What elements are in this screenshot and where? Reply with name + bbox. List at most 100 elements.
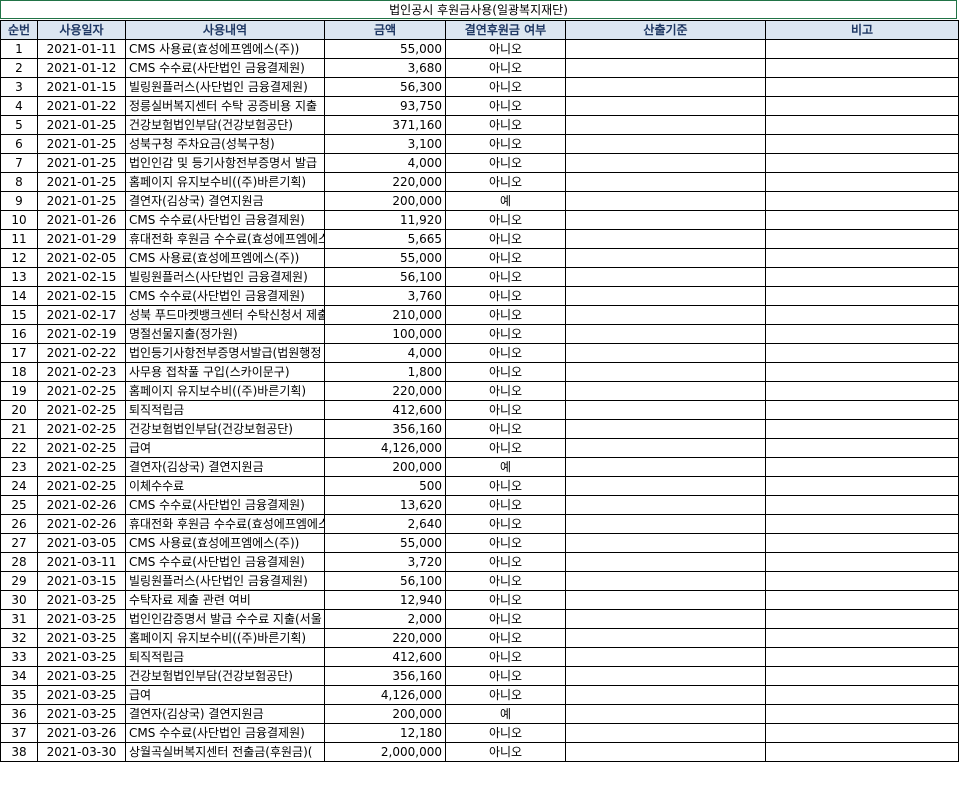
- row-calculation-basis-cell[interactable]: [565, 96, 766, 116]
- row-remarks-cell[interactable]: [765, 96, 959, 116]
- row-description-cell[interactable]: 휴대전화 후원금 수수료(효성에프엠에스: [125, 229, 325, 249]
- row-amount-cell[interactable]: 356,160: [324, 666, 446, 686]
- row-calculation-basis-cell[interactable]: [565, 248, 766, 268]
- row-date-cell[interactable]: 2021-03-26: [37, 723, 126, 743]
- row-remarks-cell[interactable]: [765, 590, 959, 610]
- row-description-cell[interactable]: 이체수수료: [125, 476, 325, 496]
- row-calculation-basis-cell[interactable]: [565, 495, 766, 515]
- row-calculation-basis-cell[interactable]: [565, 609, 766, 629]
- row-description-cell[interactable]: CMS 수수료(사단법인 금융결제원): [125, 286, 325, 306]
- row-remarks-cell[interactable]: [765, 400, 959, 420]
- header-seq[interactable]: 순번: [0, 20, 38, 40]
- row-sponsorship-cell[interactable]: 아니오: [445, 590, 566, 610]
- row-sponsorship-cell[interactable]: 아니오: [445, 267, 566, 287]
- row-calculation-basis-cell[interactable]: [565, 419, 766, 439]
- row-remarks-cell[interactable]: [765, 324, 959, 344]
- row-description-cell[interactable]: CMS 수수료(사단법인 금융결제원): [125, 723, 325, 743]
- row-remarks-cell[interactable]: [765, 210, 959, 230]
- row-remarks-cell[interactable]: [765, 742, 959, 762]
- row-amount-cell[interactable]: 412,600: [324, 647, 446, 667]
- row-seq-cell[interactable]: 25: [0, 495, 38, 515]
- row-date-cell[interactable]: 2021-03-25: [37, 590, 126, 610]
- row-description-cell[interactable]: 상월곡실버복지센터 전출금(후원금)(: [125, 742, 325, 762]
- header-calculation-basis[interactable]: 산출기준: [565, 20, 766, 40]
- row-description-cell[interactable]: CMS 사용료(효성에프엠에스(주)): [125, 533, 325, 553]
- row-date-cell[interactable]: 2021-01-11: [37, 39, 126, 59]
- row-remarks-cell[interactable]: [765, 58, 959, 78]
- row-sponsorship-cell[interactable]: 아니오: [445, 476, 566, 496]
- row-calculation-basis-cell[interactable]: [565, 324, 766, 344]
- row-remarks-cell[interactable]: [765, 609, 959, 629]
- row-date-cell[interactable]: 2021-01-25: [37, 172, 126, 192]
- row-sponsorship-cell[interactable]: 아니오: [445, 723, 566, 743]
- header-amount[interactable]: 금액: [324, 20, 446, 40]
- row-date-cell[interactable]: 2021-03-25: [37, 609, 126, 629]
- row-seq-cell[interactable]: 37: [0, 723, 38, 743]
- row-amount-cell[interactable]: 100,000: [324, 324, 446, 344]
- row-amount-cell[interactable]: 220,000: [324, 628, 446, 648]
- row-sponsorship-cell[interactable]: 아니오: [445, 324, 566, 344]
- row-seq-cell[interactable]: 36: [0, 704, 38, 724]
- row-sponsorship-cell[interactable]: 예: [445, 191, 566, 211]
- row-description-cell[interactable]: 사무용 접착풀 구입(스카이문구): [125, 362, 325, 382]
- row-calculation-basis-cell[interactable]: [565, 476, 766, 496]
- row-amount-cell[interactable]: 56,100: [324, 571, 446, 591]
- row-sponsorship-cell[interactable]: 아니오: [445, 438, 566, 458]
- row-amount-cell[interactable]: 4,126,000: [324, 685, 446, 705]
- row-calculation-basis-cell[interactable]: [565, 438, 766, 458]
- row-date-cell[interactable]: 2021-03-15: [37, 571, 126, 591]
- row-seq-cell[interactable]: 27: [0, 533, 38, 553]
- row-calculation-basis-cell[interactable]: [565, 39, 766, 59]
- row-sponsorship-cell[interactable]: 아니오: [445, 153, 566, 173]
- row-date-cell[interactable]: 2021-03-25: [37, 628, 126, 648]
- row-calculation-basis-cell[interactable]: [565, 533, 766, 553]
- row-date-cell[interactable]: 2021-03-25: [37, 704, 126, 724]
- row-remarks-cell[interactable]: [765, 286, 959, 306]
- row-seq-cell[interactable]: 31: [0, 609, 38, 629]
- row-remarks-cell[interactable]: [765, 438, 959, 458]
- row-description-cell[interactable]: CMS 수수료(사단법인 금융결제원): [125, 552, 325, 572]
- row-sponsorship-cell[interactable]: 아니오: [445, 514, 566, 534]
- row-description-cell[interactable]: 빌링원플러스(사단법인 금융결제원): [125, 267, 325, 287]
- row-remarks-cell[interactable]: [765, 39, 959, 59]
- row-seq-cell[interactable]: 38: [0, 742, 38, 762]
- row-amount-cell[interactable]: 55,000: [324, 248, 446, 268]
- row-seq-cell[interactable]: 12: [0, 248, 38, 268]
- row-amount-cell[interactable]: 371,160: [324, 115, 446, 135]
- row-seq-cell[interactable]: 29: [0, 571, 38, 591]
- row-remarks-cell[interactable]: [765, 571, 959, 591]
- row-calculation-basis-cell[interactable]: [565, 172, 766, 192]
- row-sponsorship-cell[interactable]: 아니오: [445, 381, 566, 401]
- row-calculation-basis-cell[interactable]: [565, 381, 766, 401]
- row-calculation-basis-cell[interactable]: [565, 571, 766, 591]
- row-seq-cell[interactable]: 18: [0, 362, 38, 382]
- row-date-cell[interactable]: 2021-01-29: [37, 229, 126, 249]
- row-description-cell[interactable]: 건강보험법인부담(건강보험공단): [125, 419, 325, 439]
- row-remarks-cell[interactable]: [765, 419, 959, 439]
- row-amount-cell[interactable]: 356,160: [324, 419, 446, 439]
- row-description-cell[interactable]: CMS 사용료(효성에프엠에스(주)): [125, 39, 325, 59]
- row-amount-cell[interactable]: 12,180: [324, 723, 446, 743]
- row-calculation-basis-cell[interactable]: [565, 723, 766, 743]
- row-seq-cell[interactable]: 9: [0, 191, 38, 211]
- row-description-cell[interactable]: 건강보험법인부담(건강보험공단): [125, 666, 325, 686]
- row-description-cell[interactable]: 홈페이지 유지보수비((주)바른기획): [125, 381, 325, 401]
- row-description-cell[interactable]: 급여: [125, 685, 325, 705]
- row-seq-cell[interactable]: 11: [0, 229, 38, 249]
- row-remarks-cell[interactable]: [765, 115, 959, 135]
- row-description-cell[interactable]: CMS 사용료(효성에프엠에스(주)): [125, 248, 325, 268]
- row-amount-cell[interactable]: 4,126,000: [324, 438, 446, 458]
- row-sponsorship-cell[interactable]: 아니오: [445, 685, 566, 705]
- row-calculation-basis-cell[interactable]: [565, 457, 766, 477]
- row-seq-cell[interactable]: 2: [0, 58, 38, 78]
- row-remarks-cell[interactable]: [765, 723, 959, 743]
- row-seq-cell[interactable]: 14: [0, 286, 38, 306]
- row-remarks-cell[interactable]: [765, 362, 959, 382]
- header-description[interactable]: 사용내역: [125, 20, 325, 40]
- row-date-cell[interactable]: 2021-03-05: [37, 533, 126, 553]
- row-seq-cell[interactable]: 10: [0, 210, 38, 230]
- row-calculation-basis-cell[interactable]: [565, 362, 766, 382]
- row-seq-cell[interactable]: 16: [0, 324, 38, 344]
- row-remarks-cell[interactable]: [765, 153, 959, 173]
- row-description-cell[interactable]: 성북구청 주차요금(성북구청): [125, 134, 325, 154]
